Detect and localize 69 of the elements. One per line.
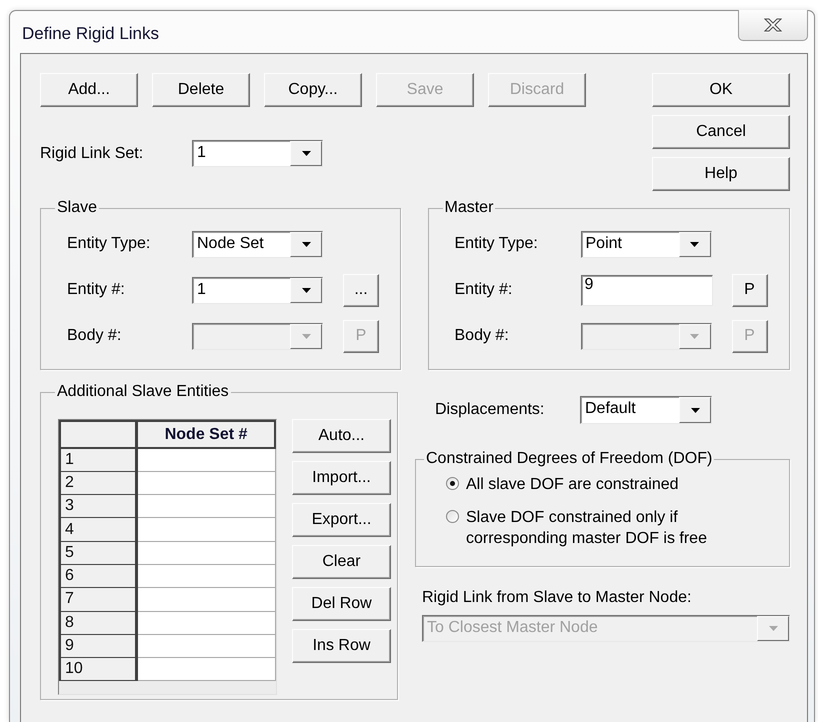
row-header: 9 [60, 634, 137, 658]
group-label: Master [444, 199, 494, 217]
caret-icon [302, 334, 310, 338]
table-cell[interactable] [136, 494, 275, 518]
row-header: 8 [60, 611, 137, 634]
table-cell[interactable] [136, 471, 275, 495]
group-label: Slave [56, 199, 98, 217]
group-label: Additional Slave Entities [56, 383, 230, 401]
field-label: Entity Type: [67, 235, 152, 253]
button[interactable]: Delete [152, 73, 250, 107]
dropdown[interactable]: 1 [192, 276, 323, 304]
close-button[interactable] [738, 10, 808, 41]
table-cell[interactable] [136, 588, 275, 612]
close-icon [764, 18, 782, 32]
field-label: Entity Type: [454, 235, 539, 253]
button[interactable]: Copy... [264, 73, 362, 107]
field-label: Body #: [67, 327, 122, 345]
table-cell[interactable] [136, 611, 275, 634]
button[interactable]: P [732, 274, 768, 306]
caret-icon [690, 242, 699, 246]
dropdown[interactable]: Default [580, 396, 712, 424]
row-header: 1 [60, 448, 137, 472]
caret-icon [768, 626, 778, 631]
dropdown[interactable]: Point [580, 230, 712, 258]
row-header: 5 [60, 541, 137, 564]
button[interactable]: Ins Row [292, 629, 391, 663]
caret-icon [690, 334, 699, 338]
radio-button[interactable] [446, 510, 459, 523]
caret-icon [302, 242, 310, 246]
button[interactable]: OK [652, 73, 790, 107]
field-label: Entity #: [454, 281, 514, 299]
row-header: 2 [60, 471, 137, 495]
button[interactable]: Cancel [652, 115, 790, 149]
radio-label[interactable]: Slave DOF constrained only if corresponding master DOF is free [466, 507, 761, 549]
table-cell[interactable] [136, 564, 275, 588]
button[interactable]: Help [652, 157, 790, 191]
field-label: Body #: [454, 327, 510, 345]
button[interactable]: Del Row [292, 587, 391, 621]
row-header: 7 [60, 588, 137, 612]
caret-icon [302, 151, 310, 156]
group-label: Constrained Degrees of Freedom (DOF) [425, 450, 714, 468]
window-title: Define Rigid Links [22, 24, 160, 44]
row-header: 3 [60, 494, 137, 518]
caret-icon [690, 408, 700, 412]
button[interactable]: Clear [292, 545, 391, 579]
row-header: 6 [60, 564, 137, 588]
row-header: 4 [60, 518, 137, 542]
table-cell[interactable] [136, 541, 275, 564]
dropdown[interactable]: Node Set [192, 230, 323, 258]
row-header: 10 [60, 658, 137, 681]
field-label: Rigid Link from Slave to Master Node: [422, 589, 692, 607]
text-field[interactable]: 9 [580, 274, 712, 306]
field-label: Displacements: [435, 401, 546, 419]
table-cell[interactable] [136, 518, 275, 542]
radio-label[interactable]: All slave DOF are constrained [466, 474, 679, 495]
button[interactable]: Auto... [292, 419, 391, 453]
field-label: Rigid Link Set: [40, 144, 144, 162]
button[interactable]: Import... [292, 461, 391, 495]
dropdown[interactable]: 1 [192, 140, 323, 167]
table-cell[interactable] [136, 634, 275, 658]
table-cell[interactable] [136, 658, 275, 681]
button[interactable]: Export... [292, 503, 391, 537]
column-header: Node Set # [136, 421, 275, 448]
caret-icon [302, 288, 310, 292]
radio-button[interactable] [446, 477, 459, 490]
table-cell[interactable] [136, 448, 275, 472]
button[interactable]: ... [343, 274, 379, 306]
button[interactable]: Add... [40, 73, 138, 107]
field-label: Entity #: [67, 281, 126, 299]
